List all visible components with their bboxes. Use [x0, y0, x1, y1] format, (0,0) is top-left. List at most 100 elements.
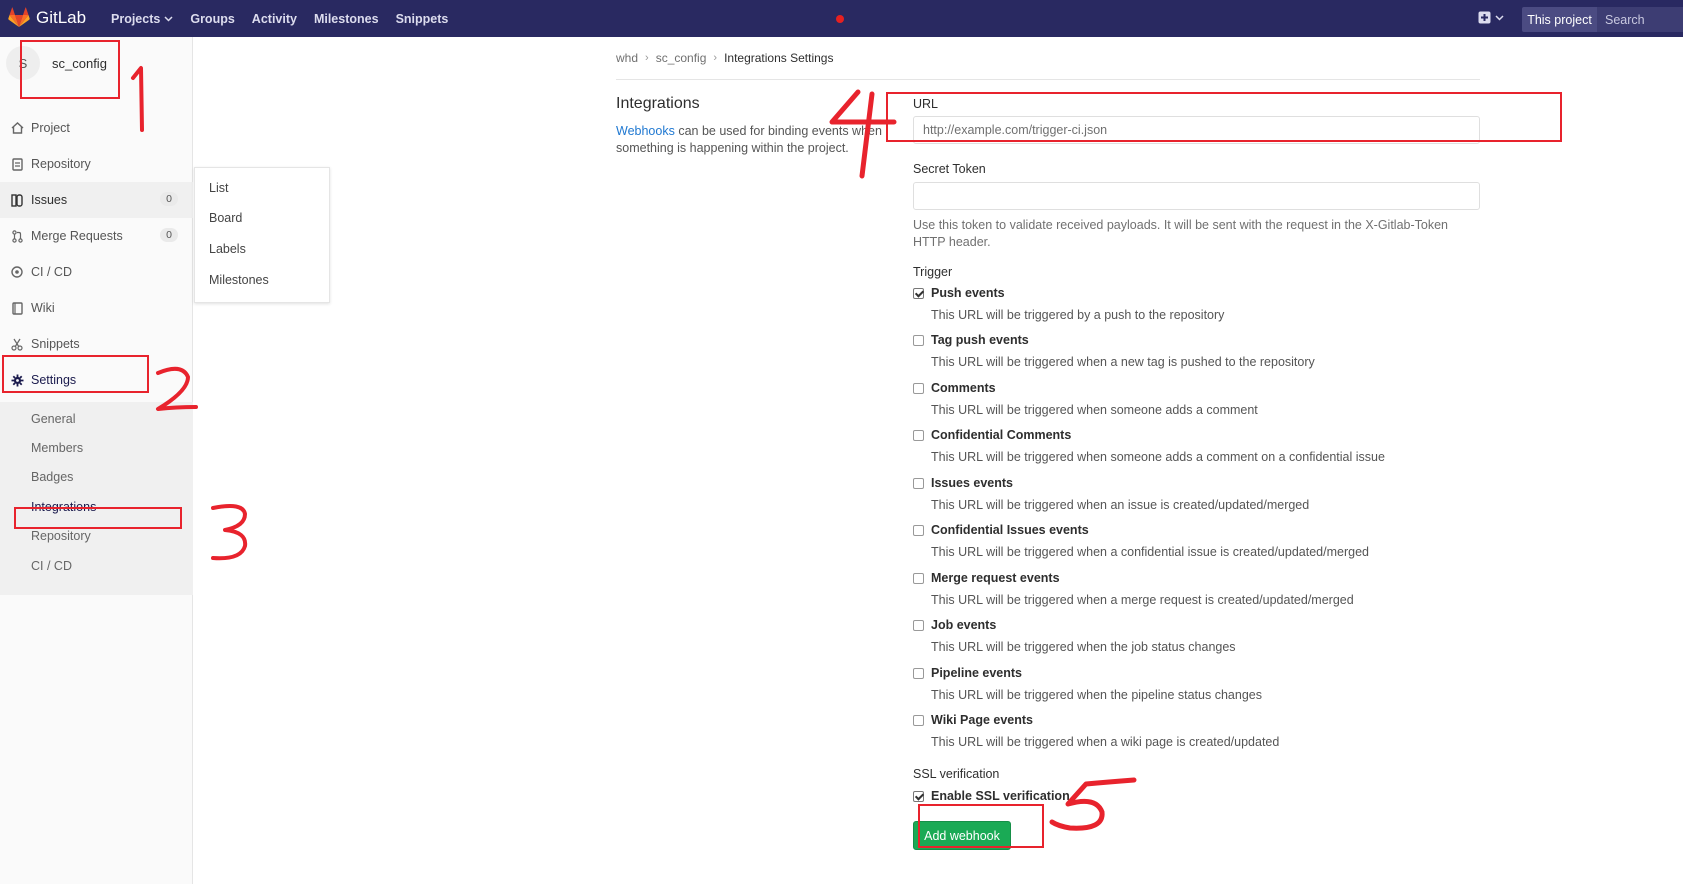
merge-request-events-checkbox[interactable] — [913, 573, 924, 584]
settings-sub-repository[interactable]: Repository — [31, 529, 91, 543]
sidebar-item-label: Issues — [31, 193, 68, 207]
trigger-desc: This URL will be triggered when a merge … — [931, 593, 1354, 607]
chevron-right-icon: › — [713, 52, 718, 64]
rocket-icon — [9, 264, 25, 280]
trigger-name: Pipeline events — [931, 666, 1023, 680]
trigger-name: Merge request events — [931, 571, 1060, 585]
issues-count-badge: 0 — [160, 192, 178, 206]
annotation-box-settings — [2, 355, 149, 393]
sidebar-item-label: Merge Requests — [31, 229, 123, 243]
breadcrumb: whd › sc_config › Integrations Settings — [616, 51, 833, 65]
trigger-desc: This URL will be triggered when a wiki p… — [931, 735, 1280, 749]
project-sidebar: S sc_config Project Repository Issues 0 … — [0, 37, 193, 884]
trigger-name: Confidential Issues events — [931, 523, 1089, 537]
search-scope-button[interactable]: This project — [1522, 7, 1597, 32]
search-input[interactable] — [1597, 7, 1683, 32]
trigger-desc: This URL will be triggered when someone … — [931, 450, 1385, 464]
trigger-name: Push events — [931, 286, 1005, 300]
flyout-item-milestones[interactable]: Milestones — [209, 273, 269, 287]
trigger-desc: This URL will be triggered when a confid… — [931, 545, 1369, 559]
annotation-number-5 — [1049, 777, 1137, 831]
sidebar-item-label: Project — [31, 121, 70, 135]
sidebar-item-repository[interactable]: Repository — [0, 146, 193, 182]
nav-groups[interactable]: Groups — [190, 12, 234, 26]
settings-sub-ci-cd[interactable]: CI / CD — [31, 559, 72, 573]
book-icon — [9, 300, 25, 316]
trigger-name: Issues events — [931, 476, 1013, 490]
new-dropdown-button[interactable] — [1478, 11, 1504, 24]
issues-events-checkbox[interactable] — [913, 478, 924, 489]
sidebar-item-label: Repository — [31, 157, 91, 171]
secret-token-help: Use this token to validate received payl… — [913, 218, 1449, 249]
settings-submenu: General Members Badges Integrations Repo… — [0, 402, 193, 595]
trigger-name: Confidential Comments — [931, 428, 1072, 442]
comments-checkbox[interactable] — [913, 383, 924, 394]
nav-snippets[interactable]: Snippets — [396, 12, 449, 26]
job-events-checkbox[interactable] — [913, 620, 924, 631]
breadcrumb-divider — [616, 79, 1480, 80]
trigger-desc: This URL will be triggered by a push to … — [931, 308, 1225, 322]
issues-icon — [9, 192, 25, 208]
scissors-icon — [9, 336, 25, 352]
tag-push-events-checkbox[interactable] — [913, 335, 924, 346]
main-nav: Projects Groups Activity Milestones Snip… — [111, 0, 465, 37]
top-navbar: GitLab Projects Groups Activity Mileston… — [0, 0, 1683, 37]
push-events-checkbox[interactable] — [913, 288, 924, 299]
trigger-label: Trigger — [913, 265, 953, 279]
nav-milestones[interactable]: Milestones — [314, 12, 379, 26]
flyout-item-board[interactable]: Board — [209, 211, 242, 225]
nav-projects-label: Projects — [111, 11, 161, 26]
chevron-down-icon — [1495, 14, 1504, 21]
sidebar-item-project[interactable]: Project — [0, 110, 193, 146]
sidebar-item-label: Wiki — [31, 301, 55, 315]
annotation-box-project — [20, 40, 120, 99]
trigger-desc: This URL will be triggered when an issue… — [931, 498, 1310, 512]
trigger-name: Job events — [931, 618, 997, 632]
trigger-name: Wiki Page events — [931, 713, 1034, 727]
sidebar-item-merge-requests[interactable]: Merge Requests 0 — [0, 218, 193, 254]
brand-name: GitLab — [36, 7, 87, 27]
flyout-item-list[interactable]: List — [209, 181, 228, 195]
sidebar-item-ci-cd[interactable]: CI / CD — [0, 254, 193, 290]
confidential-issues-events-checkbox[interactable] — [913, 525, 924, 536]
breadcrumb-namespace[interactable]: whd — [616, 51, 638, 65]
trigger-name: Comments — [931, 381, 996, 395]
ssl-verification-checkbox[interactable] — [913, 791, 924, 802]
chevron-right-icon: › — [645, 52, 649, 64]
flyout-item-labels[interactable]: Labels — [209, 242, 246, 256]
trigger-desc: This URL will be triggered when a new ta… — [931, 355, 1315, 369]
settings-sub-badges[interactable]: Badges — [31, 470, 73, 484]
annotation-number-4 — [829, 89, 897, 179]
secret-token-label: Secret Token — [913, 162, 986, 176]
pipeline-events-checkbox[interactable] — [913, 668, 924, 679]
annotation-number-2 — [156, 366, 198, 411]
nav-projects[interactable]: Projects — [111, 12, 173, 26]
annotation-number-3 — [211, 504, 248, 561]
trigger-desc: This URL will be triggered when the pipe… — [931, 688, 1262, 702]
settings-sub-general[interactable]: General — [31, 412, 75, 426]
secret-token-input[interactable] — [913, 182, 1480, 210]
sidebar-item-wiki[interactable]: Wiki — [0, 290, 193, 326]
wiki-page-events-checkbox[interactable] — [913, 715, 924, 726]
gitlab-home-link[interactable]: GitLab — [8, 7, 86, 28]
trigger-desc: This URL will be triggered when the job … — [931, 640, 1236, 654]
breadcrumb-current[interactable]: Integrations Settings — [724, 51, 833, 65]
doc-icon — [9, 156, 25, 172]
breadcrumb-project[interactable]: sc_config — [656, 51, 707, 65]
settings-sub-members[interactable]: Members — [31, 441, 83, 455]
merge-icon — [9, 228, 25, 244]
annotation-number-1 — [131, 66, 144, 132]
issues-flyout-menu: List Board Labels Milestones — [194, 167, 330, 303]
chevron-down-icon — [164, 15, 173, 22]
ssl-verification-label: SSL verification — [913, 767, 1000, 781]
annotation-box-integrations — [14, 507, 182, 529]
sidebar-item-label: CI / CD — [31, 265, 72, 279]
sidebar-item-label: Snippets — [31, 337, 80, 351]
merge-requests-count-badge: 0 — [160, 228, 178, 242]
nav-activity[interactable]: Activity — [252, 12, 297, 26]
confidential-comments-checkbox[interactable] — [913, 430, 924, 441]
webhooks-link[interactable]: Webhooks — [616, 124, 675, 138]
trigger-desc: This URL will be triggered when someone … — [931, 403, 1258, 417]
sidebar-item-issues[interactable]: Issues 0 — [0, 182, 193, 218]
recording-dot-icon — [836, 15, 844, 23]
